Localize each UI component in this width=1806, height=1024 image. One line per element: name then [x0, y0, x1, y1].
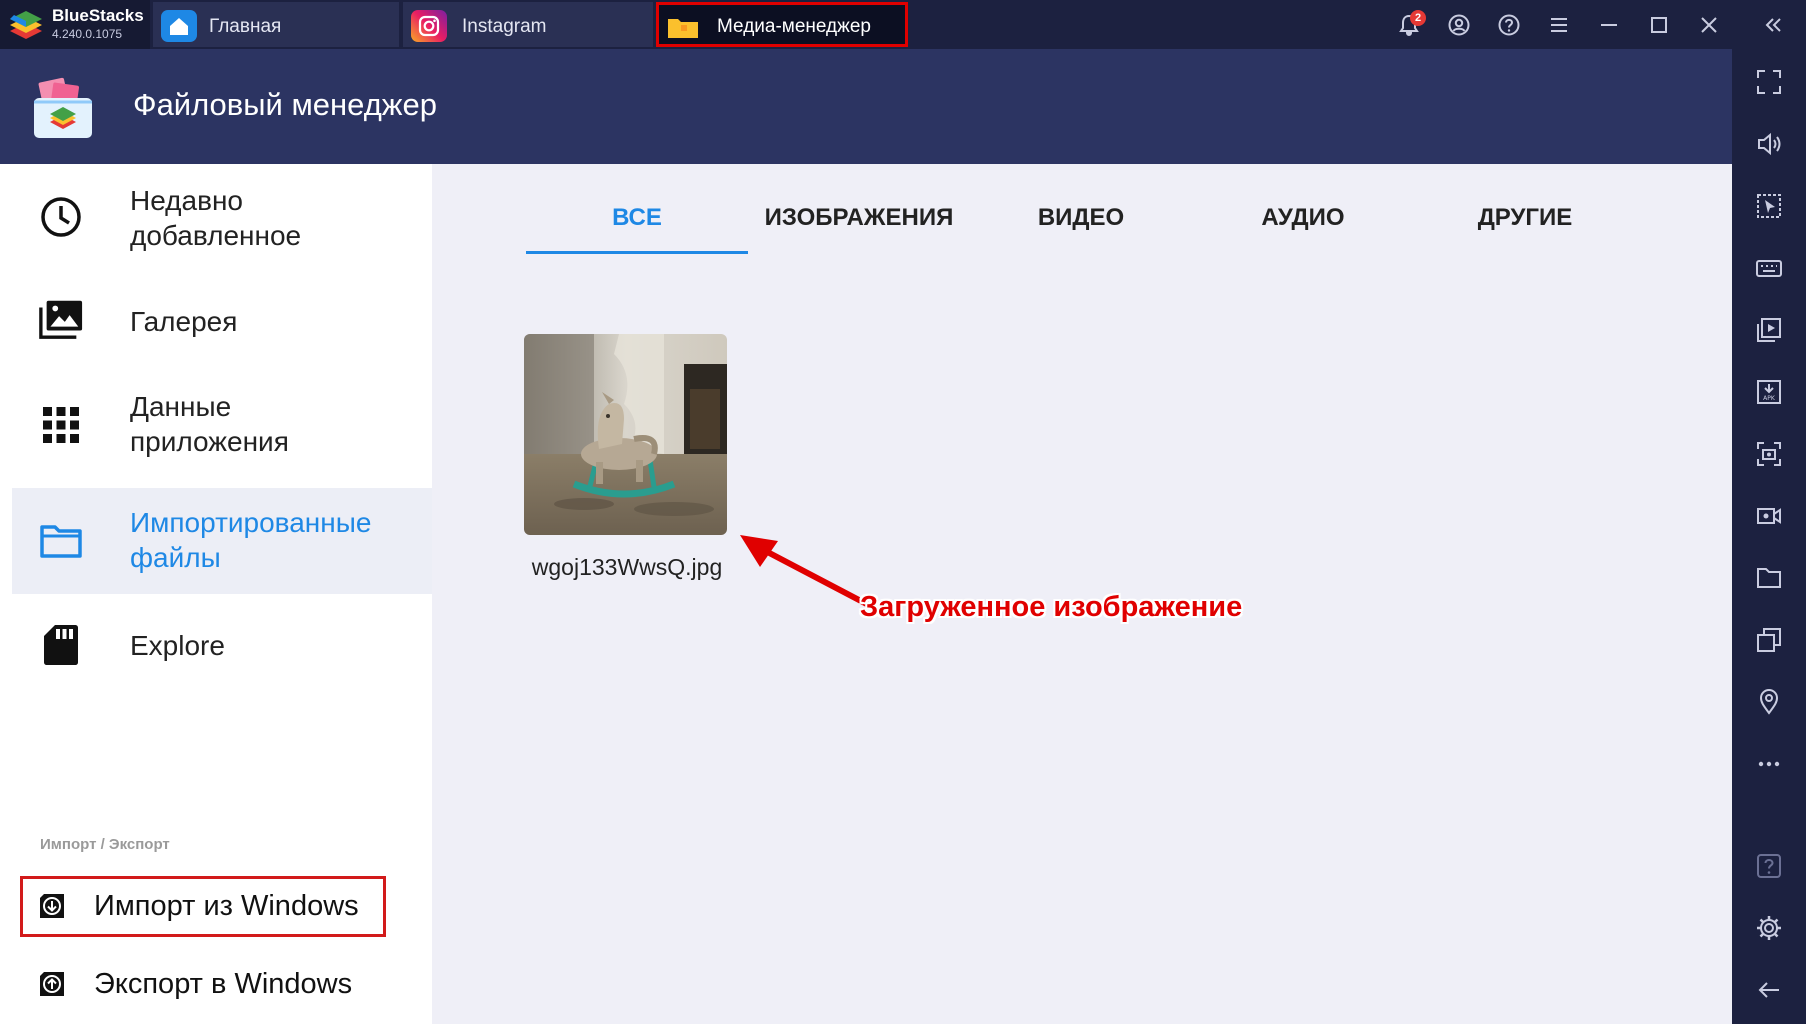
- folder-icon: [38, 518, 84, 564]
- tab-media-manager-label: Медиа-менеджер: [717, 16, 871, 37]
- sidebar-item-imported-files-label: Импортированные файлы: [130, 507, 372, 573]
- page-title: Файловый менеджер: [133, 87, 438, 122]
- tab-home[interactable]: Главная: [153, 2, 399, 47]
- media-manager-logo-icon: [34, 77, 92, 138]
- fullscreen-icon: [1757, 70, 1781, 94]
- folder-icon: [665, 11, 701, 43]
- tab-video[interactable]: ВИДЕО: [970, 204, 1192, 242]
- app-header: Файловый менеджер: [0, 49, 1732, 164]
- settings-button[interactable]: [1753, 912, 1785, 944]
- multi-instance-button[interactable]: [1753, 624, 1785, 656]
- pointer-button[interactable]: [1753, 190, 1785, 222]
- collapse-sidebar-icon: [1765, 18, 1781, 32]
- active-tab-indicator: [526, 251, 748, 254]
- pointer-icon: [1757, 194, 1781, 218]
- notifications-button[interactable]: 2: [1393, 9, 1426, 41]
- close-button[interactable]: [1693, 9, 1725, 41]
- sidebar-item-gallery[interactable]: Галерея: [12, 270, 432, 376]
- help-icon: [1757, 854, 1781, 878]
- more-button[interactable]: [1753, 748, 1785, 780]
- file-thumbnail[interactable]: [524, 334, 727, 535]
- volume-icon: [1758, 132, 1781, 156]
- minimize-icon: [1601, 24, 1617, 26]
- sd-card-icon: [38, 622, 84, 668]
- maximize-icon: [1651, 17, 1667, 33]
- help-button[interactable]: [1493, 9, 1525, 41]
- sidebar-help-button[interactable]: [1753, 850, 1785, 882]
- sidebar-item-app-data[interactable]: Данные приложения: [12, 372, 432, 478]
- settings-icon: [1757, 916, 1781, 940]
- account-icon: [1448, 14, 1470, 36]
- home-icon: [161, 10, 197, 42]
- screenshot-button[interactable]: [1753, 438, 1785, 470]
- keyboard-icon: [1756, 260, 1782, 277]
- apk-install-button[interactable]: APK: [1753, 376, 1785, 408]
- menu-icon: [1551, 18, 1567, 32]
- instagram-icon: [411, 10, 447, 42]
- bluestacks-logo-icon: [10, 11, 42, 39]
- folder-icon: [1757, 568, 1781, 588]
- fullscreen-button[interactable]: [1753, 66, 1785, 98]
- back-icon: [1758, 982, 1779, 998]
- tab-images[interactable]: ИЗОБРАЖЕНИЯ: [748, 204, 970, 242]
- menu-button[interactable]: [1543, 9, 1575, 41]
- tab-instagram[interactable]: Instagram: [403, 2, 653, 47]
- file-item[interactable]: wgoj133WwsQ.jpg: [522, 334, 732, 594]
- record-button[interactable]: [1753, 500, 1785, 532]
- media-folder-button[interactable]: [1753, 562, 1785, 594]
- brand: BlueStacks 4.240.0.1075: [0, 0, 150, 49]
- maximize-button[interactable]: [1643, 9, 1675, 41]
- export-to-windows-label: Экспорт в Windows: [94, 968, 353, 1000]
- sidebar-item-explore[interactable]: Explore: [12, 594, 432, 700]
- sidebar-item-recent-label: Недавно добавленное: [130, 185, 302, 251]
- multi-instance-icon: [1757, 628, 1781, 652]
- sidebar-item-gallery-label: Галерея: [130, 306, 238, 337]
- help-icon: [1498, 14, 1520, 36]
- keyboard-button[interactable]: [1753, 252, 1785, 284]
- location-icon: [1759, 689, 1779, 715]
- file-name: wgoj133WwsQ.jpg: [531, 554, 723, 580]
- apk-install-icon: APK: [1757, 380, 1781, 404]
- gallery-icon: [38, 296, 84, 342]
- annotation-label: Загруженное изображение: [860, 591, 1243, 623]
- collapse-sidebar-button[interactable]: [1757, 9, 1789, 41]
- tab-audio[interactable]: АУДИО: [1192, 204, 1414, 242]
- back-button[interactable]: [1753, 974, 1785, 1006]
- account-button[interactable]: [1443, 9, 1475, 41]
- sidebar-item-explore-label: Explore: [130, 630, 225, 661]
- import-icon: [40, 894, 64, 918]
- sidebar: Недавно добавленное Галерея Данные прило…: [0, 164, 432, 1024]
- location-button[interactable]: [1753, 686, 1785, 718]
- video-cast-icon: [1757, 318, 1781, 342]
- tab-other[interactable]: ДРУГИЕ: [1414, 204, 1636, 242]
- record-icon: [1757, 508, 1781, 524]
- more-icon: [1758, 761, 1780, 767]
- export-to-windows-button[interactable]: Экспорт в Windows: [20, 954, 386, 1015]
- import-from-windows-button[interactable]: Импорт из Windows: [20, 876, 386, 937]
- notification-badge: 2: [1410, 10, 1426, 26]
- tab-instagram-label: Instagram: [462, 16, 547, 37]
- minimize-button[interactable]: [1593, 9, 1625, 41]
- import-from-windows-label: Импорт из Windows: [94, 890, 359, 922]
- video-cast-button[interactable]: [1753, 314, 1785, 346]
- close-icon: [1701, 17, 1717, 33]
- brand-version: 4.240.0.1075: [52, 27, 123, 41]
- title-bar: BlueStacks 4.240.0.1075 Главная Instagra…: [0, 0, 1806, 49]
- clock-icon: [38, 194, 84, 240]
- apps-grid-icon: [38, 402, 84, 448]
- brand-name: BlueStacks: [52, 6, 144, 25]
- right-toolbar: APK: [1732, 49, 1806, 1024]
- tab-media-manager[interactable]: Медиа-менеджер: [656, 2, 908, 47]
- export-icon: [40, 972, 64, 996]
- sidebar-item-recent[interactable]: Недавно добавленное: [12, 164, 432, 270]
- import-export-section-label: Импорт / Экспорт: [40, 836, 170, 853]
- volume-button[interactable]: [1753, 128, 1785, 160]
- file-browser: ВСЕ ИЗОБРАЖЕНИЯ ВИДЕО АУДИО ДРУГИЕ wgoj1…: [432, 164, 1732, 1024]
- screenshot-icon: [1757, 442, 1781, 466]
- tab-home-label: Главная: [209, 16, 282, 37]
- sidebar-item-app-data-label: Данные приложения: [130, 391, 289, 457]
- tab-all[interactable]: ВСЕ: [526, 204, 748, 242]
- sidebar-item-imported-files[interactable]: Импортированные файлы: [12, 488, 432, 594]
- svg-text:APK: APK: [1763, 395, 1776, 402]
